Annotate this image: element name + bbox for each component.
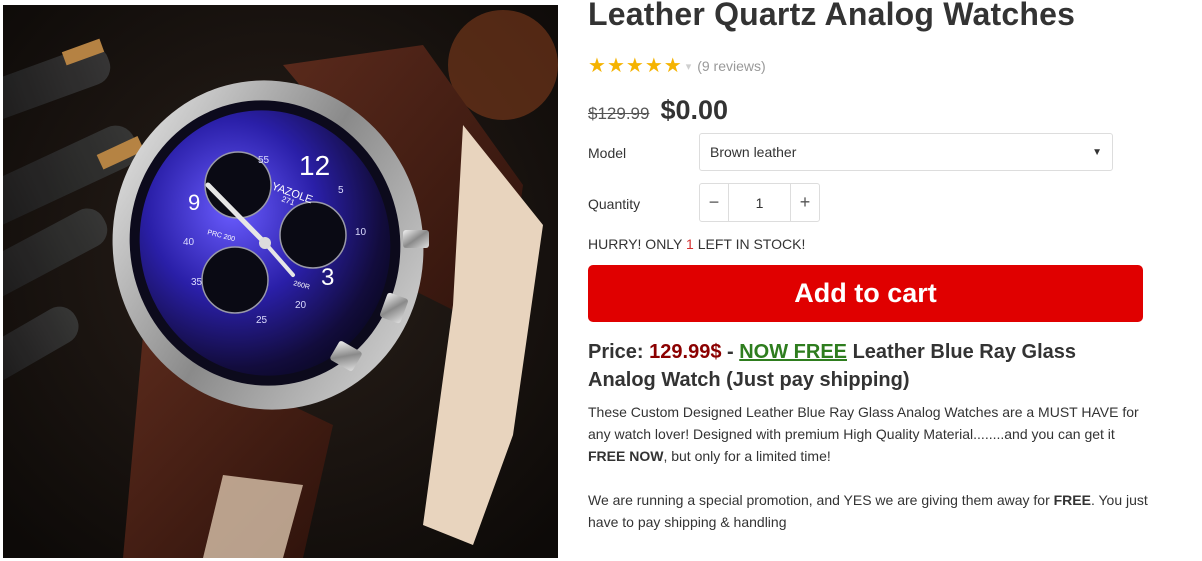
old-price: $129.99 — [588, 104, 650, 123]
headline-dash: - — [721, 341, 740, 363]
product-title: Leather Quartz Analog Watches — [588, 0, 1076, 32]
dial-number-9: 9 — [188, 190, 200, 215]
star-icon: ★ — [625, 55, 644, 77]
quantity-increase-button[interactable]: + — [790, 184, 819, 221]
description-text: These Custom Designed Leather Blue Ray G… — [588, 404, 1139, 442]
model-select-value: Brown leather — [710, 144, 797, 160]
stock-notice: HURRY! ONLY 1 LEFT IN STOCK! — [588, 236, 805, 252]
star-icon: ★ — [663, 55, 682, 77]
dial-number-10: 10 — [355, 227, 367, 238]
dial-number-3: 3 — [321, 264, 334, 291]
dial-number-55: 55 — [258, 155, 270, 166]
description-paragraph-2: We are running a special promotion, and … — [588, 489, 1148, 533]
dial-number-40: 40 — [183, 237, 195, 248]
description-bold: FREE NOW — [588, 448, 664, 464]
add-to-cart-label: Add to cart — [794, 278, 937, 308]
star-icon: ★ — [644, 55, 663, 77]
watch-illustration: 12 9 3 55 5 10 40 35 25 20 YAZOLE 271 PR… — [3, 5, 558, 558]
quantity-input[interactable]: 1 — [729, 184, 790, 221]
rating-caret-icon: ▾ — [685, 60, 692, 73]
description-text: , but only for a limited time! — [663, 448, 831, 464]
price-block: $129.99 $0.00 — [588, 95, 728, 126]
description-paragraph-1: These Custom Designed Leather Blue Ray G… — [588, 401, 1148, 467]
stock-prefix: HURRY! ONLY — [588, 236, 687, 252]
headline-price-label: Price: — [588, 341, 650, 363]
description-text: We are running a special promotion, and … — [588, 492, 1054, 508]
chevron-down-icon: ▼ — [1092, 147, 1102, 158]
promo-headline: Price: 129.99$ - NOW FREE Leather Blue R… — [588, 338, 1143, 394]
stock-suffix: LEFT IN STOCK! — [693, 236, 806, 252]
dial-number-35: 35 — [191, 277, 203, 288]
model-select[interactable]: Brown leather ▼ — [699, 133, 1113, 171]
star-icon: ★ — [588, 55, 606, 77]
star-icon: ★ — [606, 55, 625, 77]
product-image[interactable]: 12 9 3 55 5 10 40 35 25 20 YAZOLE 271 PR… — [3, 5, 558, 558]
current-price: $0.00 — [660, 95, 729, 125]
dial-number-5: 5 — [338, 185, 344, 196]
description-bold: FREE — [1053, 492, 1091, 508]
quantity-decrease-button[interactable]: − — [700, 184, 729, 221]
quantity-label: Quantity — [588, 196, 641, 212]
dial-number-12: 12 — [299, 150, 330, 181]
model-label: Model — [588, 145, 627, 161]
product-rating[interactable]: ★ ★ ★ ★ ★ ▾ (9 reviews) — [588, 56, 766, 76]
dial-number-25: 25 — [256, 315, 268, 326]
now-free-link[interactable]: NOW FREE — [739, 341, 847, 363]
dial-number-20: 20 — [295, 300, 307, 311]
headline-price-value: 129.99$ — [649, 341, 722, 363]
quantity-stepper: − 1 + — [699, 183, 820, 222]
reviews-link[interactable]: (9 reviews) — [697, 58, 765, 74]
add-to-cart-button[interactable]: Add to cart — [588, 265, 1143, 322]
stock-count: 1 — [686, 236, 694, 252]
